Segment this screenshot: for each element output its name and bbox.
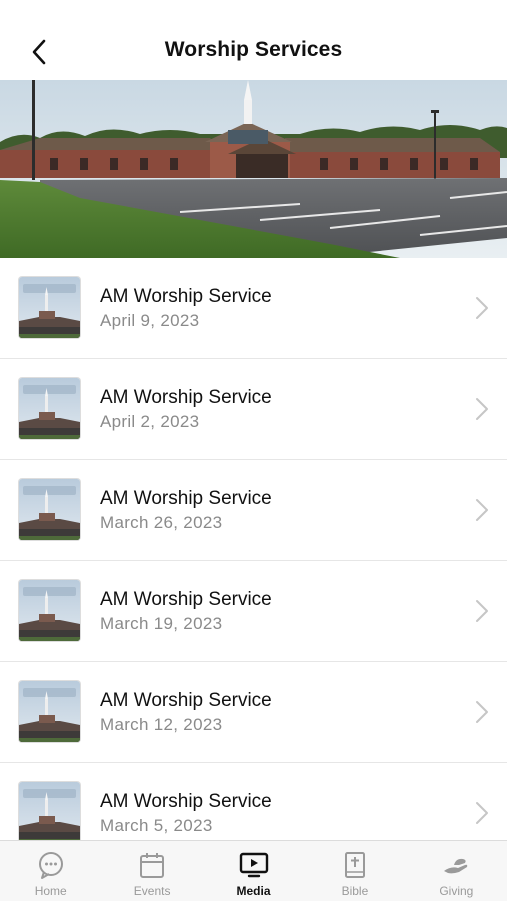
tab-giving-label: Giving: [439, 884, 474, 898]
service-date: March 26, 2023: [100, 513, 223, 532]
service-title: AM Worship Service: [100, 589, 272, 610]
service-thumbnail: [19, 681, 80, 742]
chevron-right-icon: [475, 397, 489, 421]
page-title: Worship Services: [164, 38, 343, 61]
list-item[interactable]: AM Worship Service March 12, 2023: [0, 662, 507, 763]
service-thumbnail: [19, 479, 80, 540]
service-thumbnail: [19, 782, 80, 840]
service-date: March 12, 2023: [100, 715, 223, 734]
giving-hand-icon: [444, 858, 468, 874]
bible-icon: [344, 852, 365, 878]
tab-events[interactable]: Events: [101, 841, 202, 901]
chevron-right-icon: [475, 700, 489, 724]
chat-bubble-icon: [38, 852, 63, 879]
chevron-right-icon: [475, 801, 489, 825]
service-title: AM Worship Service: [100, 286, 272, 307]
list-item[interactable]: AM Worship Service April 2, 2023: [0, 359, 507, 460]
service-title: AM Worship Service: [100, 387, 272, 408]
list-item[interactable]: AM Worship Service March 26, 2023: [0, 460, 507, 561]
tab-events-label: Events: [133, 884, 171, 898]
tab-bible[interactable]: Bible: [304, 841, 405, 901]
tab-home[interactable]: Home: [0, 841, 101, 901]
tab-giving[interactable]: Giving: [406, 841, 507, 901]
tab-bar: Home Events Media Bible Giving: [0, 840, 507, 901]
service-thumbnail: [19, 378, 80, 439]
service-thumbnail: [19, 277, 80, 338]
service-list: AM Worship Service April 9, 2023 AM Wors…: [0, 258, 507, 840]
service-date: April 9, 2023: [100, 311, 200, 330]
tab-media-label: Media: [236, 884, 271, 898]
chevron-right-icon: [475, 296, 489, 320]
hero-image: [0, 80, 507, 258]
tv-play-icon: [239, 852, 268, 878]
tab-media[interactable]: Media: [203, 841, 304, 901]
list-item[interactable]: AM Worship Service April 9, 2023: [0, 258, 507, 359]
tab-home-label: Home: [34, 884, 67, 898]
calendar-icon: [140, 853, 165, 878]
top-bar: Worship Services: [0, 0, 507, 80]
service-title: AM Worship Service: [100, 690, 272, 711]
service-title: AM Worship Service: [100, 791, 272, 812]
service-date: March 5, 2023: [100, 816, 213, 835]
chevron-right-icon: [475, 599, 489, 623]
service-title: AM Worship Service: [100, 488, 272, 509]
service-date: April 2, 2023: [100, 412, 200, 431]
tab-bible-label: Bible: [341, 884, 369, 898]
service-thumbnail: [19, 580, 80, 641]
list-item[interactable]: AM Worship Service March 19, 2023: [0, 561, 507, 662]
service-date: March 19, 2023: [100, 614, 223, 633]
chevron-right-icon: [475, 498, 489, 522]
list-item[interactable]: AM Worship Service March 5, 2023: [0, 763, 507, 840]
